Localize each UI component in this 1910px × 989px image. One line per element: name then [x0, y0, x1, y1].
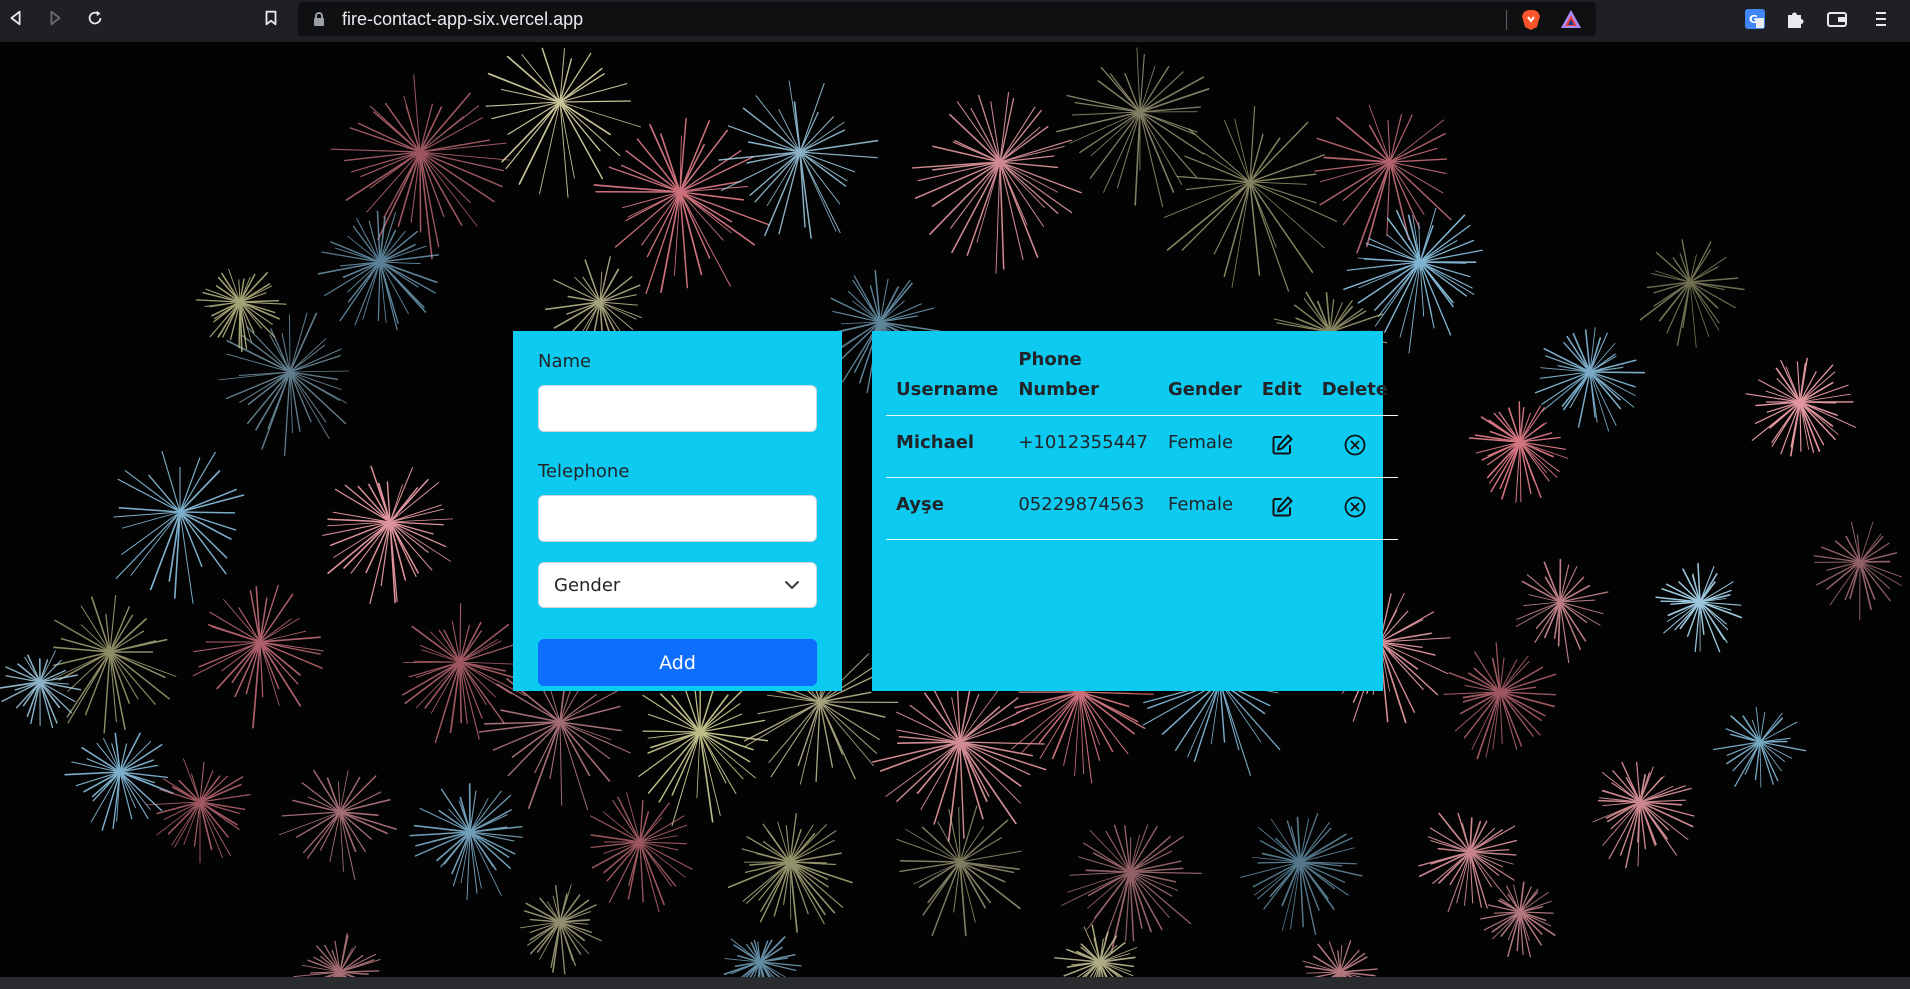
header-username: Username: [886, 345, 1009, 416]
header-delete: Delete: [1311, 345, 1399, 416]
table-row: Ayşe 05229874563 Female: [886, 477, 1399, 540]
lock-icon: [312, 11, 326, 31]
menu-icon[interactable]: [1870, 8, 1892, 30]
chevron-down-icon: [784, 577, 800, 598]
row-username: Ayşe: [886, 477, 1009, 540]
browser-toolbar: fire-contact-app-six.vercel.app G: [0, 0, 1910, 42]
gender-select-value: Gender: [554, 574, 621, 596]
back-icon[interactable]: [4, 6, 28, 30]
header-gender: Gender: [1157, 345, 1252, 416]
row-phone: 05229874563: [1008, 477, 1158, 540]
contacts-table: Username Phone Number Gender Edit Delete…: [886, 345, 1399, 540]
row-gender: Female: [1157, 477, 1252, 540]
header-phone-line2: Number: [1018, 379, 1099, 400]
reload-icon[interactable]: [83, 6, 107, 30]
row-gender: Female: [1157, 415, 1252, 478]
address-bar[interactable]: fire-contact-app-six.vercel.app: [298, 2, 1596, 36]
url-text[interactable]: fire-contact-app-six.vercel.app: [342, 9, 583, 30]
circle-x-icon[interactable]: [1341, 431, 1369, 459]
extensions-puzzle-icon[interactable]: [1784, 8, 1806, 30]
telephone-label: Telephone: [538, 461, 630, 482]
brave-rewards-icon[interactable]: [1560, 9, 1582, 33]
bookmark-icon[interactable]: [259, 6, 283, 30]
row-edit-cell: [1251, 415, 1312, 478]
table-row: Michael +1012355447 Female: [886, 415, 1399, 478]
row-username: Michael: [886, 415, 1009, 478]
contact-form: Name Telephone Gender Add: [513, 331, 842, 691]
forward-icon[interactable]: [43, 6, 67, 30]
telephone-input[interactable]: [538, 495, 817, 542]
table-header-row: Username Phone Number Gender Edit Delete: [886, 345, 1399, 416]
header-phone-number: Phone Number: [1008, 345, 1158, 416]
gender-select[interactable]: Gender: [538, 562, 817, 608]
window-bottom-edge: [0, 977, 1910, 989]
brave-shields-icon[interactable]: [1521, 9, 1541, 35]
row-delete-cell: [1311, 477, 1399, 540]
edit-icon[interactable]: [1268, 493, 1296, 521]
header-phone-line1: Phone: [1018, 349, 1082, 370]
name-input[interactable]: [538, 385, 817, 432]
edit-icon[interactable]: [1268, 431, 1296, 459]
name-label: Name: [538, 351, 592, 372]
row-phone: +1012355447: [1008, 415, 1158, 478]
wallet-icon[interactable]: [1826, 8, 1848, 30]
row-delete-cell: [1311, 415, 1399, 478]
add-button[interactable]: Add: [538, 639, 817, 686]
omnibox-divider: [1506, 10, 1507, 30]
circle-x-icon[interactable]: [1341, 493, 1369, 521]
row-edit-cell: [1251, 477, 1312, 540]
header-edit: Edit: [1251, 345, 1312, 416]
translate-extension-icon[interactable]: G: [1744, 8, 1766, 30]
contacts-table-panel: Username Phone Number Gender Edit Delete…: [872, 331, 1399, 691]
